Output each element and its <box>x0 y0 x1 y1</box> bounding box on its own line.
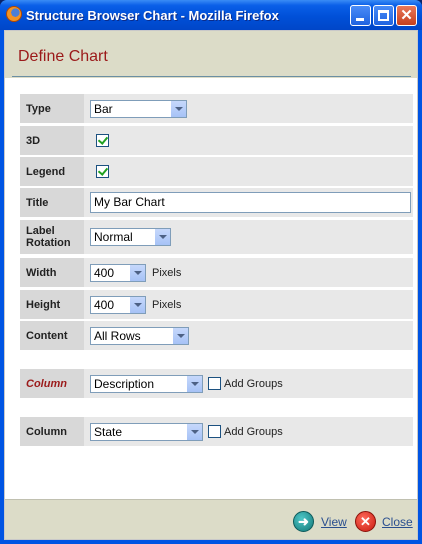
legend-row: Legend <box>20 157 413 186</box>
column-select-1[interactable]: Description <box>90 374 203 393</box>
column-row-1: Column Description Add Groups <box>20 369 413 398</box>
minimize-button[interactable] <box>350 5 371 26</box>
column-select-2[interactable]: State <box>90 422 203 441</box>
label-rotation-label: Label Rotation <box>20 220 84 254</box>
dialog-footer: ➜ View ✕ Close <box>5 499 417 539</box>
chevron-down-icon <box>129 296 145 313</box>
chevron-down-icon <box>186 423 202 440</box>
legend-label: Legend <box>20 157 84 186</box>
chevron-down-icon <box>154 229 170 245</box>
height-label: Height <box>20 290 84 319</box>
column-label-2: Column <box>20 417 84 446</box>
column-select-2-value: State <box>94 424 123 439</box>
window-title: Structure Browser Chart - Mozilla Firefo… <box>26 8 279 23</box>
height-row: Height 400 Pixels <box>20 290 413 319</box>
dialog-header: Define Chart <box>5 31 417 78</box>
legend-checkbox[interactable] <box>96 165 109 178</box>
width-label: Width <box>20 258 84 287</box>
label-rotation-label-line2: Rotation <box>26 237 71 249</box>
add-groups-checkbox-2[interactable] <box>208 425 221 438</box>
chevron-down-icon <box>186 375 202 392</box>
column-select-1-value: Description <box>94 376 155 391</box>
close-link[interactable]: Close <box>382 515 413 529</box>
browser-window: Structure Browser Chart - Mozilla Firefo… <box>0 0 422 544</box>
add-groups-label-2: Add Groups <box>224 425 283 438</box>
type-row: Type Bar <box>20 94 413 123</box>
width-select[interactable]: 400 <box>90 263 146 282</box>
height-select[interactable]: 400 <box>90 295 146 314</box>
three-d-row: 3D <box>20 126 413 155</box>
page-title: Define Chart <box>18 48 108 65</box>
content-select[interactable]: All Rows <box>90 326 189 345</box>
column-row-2: Column State Add Groups <box>20 417 413 446</box>
height-unit: Pixels <box>152 298 182 311</box>
height-select-value: 400 <box>94 297 115 312</box>
view-arrow-icon[interactable]: ➜ <box>293 511 314 532</box>
chevron-down-icon <box>129 264 145 281</box>
content-select-value: All Rows <box>94 328 141 343</box>
width-row: Width 400 Pixels <box>20 258 413 287</box>
footer-divider <box>5 499 417 500</box>
window-titlebar[interactable]: Structure Browser Chart - Mozilla Firefo… <box>0 0 422 30</box>
chevron-down-icon <box>172 327 188 344</box>
type-select[interactable]: Bar <box>90 99 187 118</box>
maximize-button[interactable] <box>373 5 394 26</box>
width-select-value: 400 <box>94 265 115 280</box>
close-window-button[interactable]: ✕ <box>396 5 417 26</box>
header-divider <box>12 76 411 77</box>
three-d-label: 3D <box>20 126 84 155</box>
label-rotation-select[interactable]: Normal <box>90 228 171 246</box>
close-window-icon: ✕ <box>400 7 413 24</box>
close-x-icon[interactable]: ✕ <box>355 511 376 532</box>
firefox-icon <box>6 6 22 22</box>
type-label: Type <box>20 94 84 123</box>
column-label-1: Column <box>20 369 84 398</box>
label-rotation-label-line1: Label <box>26 225 55 237</box>
add-groups-1[interactable]: Add Groups <box>208 377 283 390</box>
chevron-down-icon <box>170 100 186 117</box>
content-row: Content All Rows <box>20 321 413 350</box>
chart-title-input[interactable]: My Bar Chart <box>90 192 411 213</box>
three-d-checkbox[interactable] <box>96 134 109 147</box>
minimize-icon <box>356 18 364 21</box>
title-label: Title <box>20 188 84 217</box>
label-rotation-row: Label Rotation Normal <box>20 220 413 254</box>
add-groups-checkbox-1[interactable] <box>208 377 221 390</box>
type-select-value: Bar <box>94 101 113 116</box>
content-label: Content <box>20 321 84 350</box>
title-row: Title My Bar Chart <box>20 188 413 217</box>
add-groups-2[interactable]: Add Groups <box>208 425 283 438</box>
label-rotation-select-value: Normal <box>94 230 133 244</box>
add-groups-label-1: Add Groups <box>224 377 283 390</box>
view-link[interactable]: View <box>321 515 347 529</box>
dialog-content: Define Chart Type Bar 3D Legend Title My… <box>4 30 418 540</box>
maximize-icon <box>378 10 389 21</box>
width-unit: Pixels <box>152 266 182 279</box>
